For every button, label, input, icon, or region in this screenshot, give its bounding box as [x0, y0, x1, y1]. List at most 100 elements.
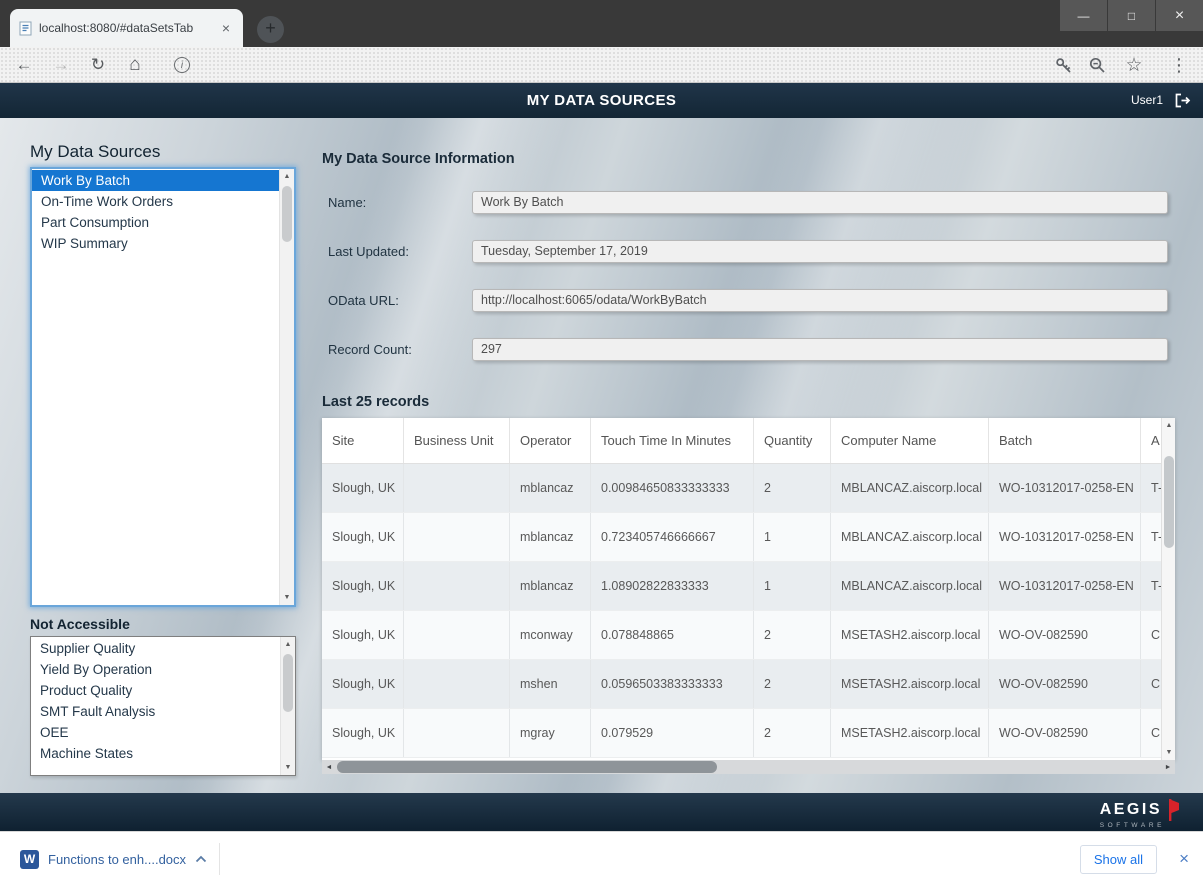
column-header: Computer Name [831, 418, 989, 463]
table-cell: Slough, UK [322, 562, 404, 610]
browser-tab[interactable]: localhost:8080/#dataSetsTab × [10, 9, 243, 47]
table-cell: WO-10312017-0258-EN [989, 464, 1141, 512]
not-accessible-item[interactable]: SMT Fault Analysis [31, 701, 280, 722]
sources-scrollbar[interactable]: ▲ ▼ [279, 169, 294, 605]
not-accessible-item[interactable]: OEE [31, 722, 280, 743]
records-table[interactable]: Site Business Unit Operator Touch Time I… [322, 418, 1175, 760]
table-cell: 2 [754, 464, 831, 512]
data-source-item[interactable]: WIP Summary [32, 233, 279, 254]
data-source-item[interactable]: On-Time Work Orders [32, 191, 279, 212]
chevron-up-icon[interactable] [195, 855, 207, 863]
new-tab-button[interactable]: + [257, 16, 284, 43]
not-accessible-item[interactable]: Product Quality [31, 680, 280, 701]
column-header: Batch [989, 418, 1141, 463]
record-count-field[interactable] [472, 338, 1168, 361]
table-cell: 2 [754, 611, 831, 659]
table-scrollbar-thumb[interactable] [1164, 456, 1174, 548]
table-cell: MBLANCAZ.aiscorp.local [831, 513, 989, 561]
table-vertical-scrollbar[interactable]: ▲ ▼ [1161, 418, 1175, 760]
table-row[interactable]: Slough, UK mconway 0.078848865 2 MSETASH… [322, 611, 1175, 660]
scroll-up-icon[interactable]: ▲ [1162, 418, 1175, 433]
logout-icon[interactable] [1174, 92, 1191, 109]
table-cell: WO-10312017-0258-EN [989, 562, 1141, 610]
home-icon[interactable]: ⌂ [123, 53, 147, 77]
close-button[interactable]: × [1156, 0, 1203, 31]
record-count-label: Record Count: [328, 342, 472, 357]
downloads-close-icon[interactable]: × [1179, 849, 1189, 869]
back-icon[interactable]: ← [12, 53, 36, 77]
word-doc-icon: W [20, 850, 39, 869]
window-controls: — □ × [1060, 0, 1203, 31]
my-data-sources-heading: My Data Sources [30, 142, 160, 162]
table-cell: WO-10312017-0258-EN [989, 513, 1141, 561]
show-all-button[interactable]: Show all [1080, 845, 1157, 874]
not-accessible-item[interactable]: Supplier Quality [31, 638, 280, 659]
table-row[interactable]: Slough, UK mshen 0.0596503383333333 2 MS… [322, 660, 1175, 709]
not-accessible-items: Supplier Quality Yield By Operation Prod… [31, 638, 280, 775]
scroll-up-icon[interactable]: ▲ [280, 169, 294, 184]
data-source-item[interactable]: Part Consumption [32, 212, 279, 233]
table-body: Slough, UK mblancaz 0.00984650833333333 … [322, 464, 1175, 758]
tab-close-icon[interactable]: × [218, 20, 234, 36]
scroll-right-icon[interactable]: ► [1161, 760, 1175, 774]
form-row: Record Count: [328, 337, 1168, 361]
scroll-down-icon[interactable]: ▼ [280, 590, 294, 605]
horizontal-scrollbar-thumb[interactable] [337, 761, 717, 773]
name-label: Name: [328, 195, 472, 210]
table-horizontal-scrollbar[interactable]: ◄ ► [322, 760, 1175, 774]
table-row[interactable]: Slough, UK mgray 0.079529 2 MSETASH2.ais… [322, 709, 1175, 758]
scroll-down-icon[interactable]: ▼ [281, 760, 295, 775]
table-row[interactable]: Slough, UK mblancaz 0.00984650833333333 … [322, 464, 1175, 513]
table-cell: MBLANCAZ.aiscorp.local [831, 562, 989, 610]
zoom-icon[interactable] [1088, 56, 1107, 75]
table-cell: 1 [754, 513, 831, 561]
table-cell: 1.08902822833333 [591, 562, 754, 610]
not-accessible-item[interactable]: Yield By Operation [31, 659, 280, 680]
scroll-up-icon[interactable]: ▲ [281, 637, 295, 652]
table-cell: Slough, UK [322, 464, 404, 512]
table-cell [404, 464, 510, 512]
table-cell: mgray [510, 709, 591, 757]
aegis-logo-subtext: SOFTWARE [1100, 822, 1181, 829]
odata-url-field[interactable] [472, 289, 1168, 312]
table-cell: mblancaz [510, 513, 591, 561]
reload-icon[interactable]: ↻ [86, 53, 110, 77]
column-header: Operator [510, 418, 591, 463]
key-icon[interactable] [1054, 56, 1073, 75]
table-cell: WO-OV-082590 [989, 660, 1141, 708]
not-accessible-list[interactable]: Supplier Quality Yield By Operation Prod… [30, 636, 296, 776]
table-row[interactable]: Slough, UK mblancaz 0.723405746666667 1 … [322, 513, 1175, 562]
table-cell: 0.079529 [591, 709, 754, 757]
forward-icon[interactable]: → [49, 53, 73, 77]
table-cell [404, 513, 510, 561]
table-header-row: Site Business Unit Operator Touch Time I… [322, 418, 1175, 464]
last-updated-label: Last Updated: [328, 244, 472, 259]
not-accessible-scrollbar-thumb[interactable] [283, 654, 293, 712]
records-heading: Last 25 records [322, 394, 429, 410]
table-cell: 0.723405746666667 [591, 513, 754, 561]
table-cell: mconway [510, 611, 591, 659]
menu-icon[interactable]: ⋮ [1167, 53, 1191, 77]
info-heading: My Data Source Information [322, 151, 515, 167]
not-accessible-item[interactable]: Machine States [31, 743, 280, 764]
data-source-item[interactable]: Work By Batch [32, 170, 279, 191]
minimize-button[interactable]: — [1060, 0, 1107, 31]
not-accessible-scrollbar[interactable]: ▲ ▼ [280, 637, 295, 775]
table-cell: 0.0596503383333333 [591, 660, 754, 708]
bookmark-star-icon[interactable]: ☆ [1122, 53, 1146, 77]
download-item[interactable]: W Functions to enh....docx [14, 843, 220, 875]
table-row[interactable]: Slough, UK mblancaz 1.08902822833333 1 M… [322, 562, 1175, 611]
table-cell: 2 [754, 709, 831, 757]
download-bar: W Functions to enh....docx Show all × [0, 831, 1203, 885]
scroll-down-icon[interactable]: ▼ [1162, 745, 1175, 760]
name-field[interactable] [472, 191, 1168, 214]
last-updated-field[interactable] [472, 240, 1168, 263]
maximize-button[interactable]: □ [1108, 0, 1155, 31]
page-info-icon[interactable]: i [174, 57, 190, 73]
table-cell: Slough, UK [322, 513, 404, 561]
form-row: Last Updated: [328, 239, 1168, 263]
my-data-sources-list[interactable]: Work By Batch On-Time Work Orders Part C… [30, 167, 296, 607]
column-header: Site [322, 418, 404, 463]
sources-scrollbar-thumb[interactable] [282, 186, 292, 242]
scroll-left-icon[interactable]: ◄ [322, 760, 336, 774]
